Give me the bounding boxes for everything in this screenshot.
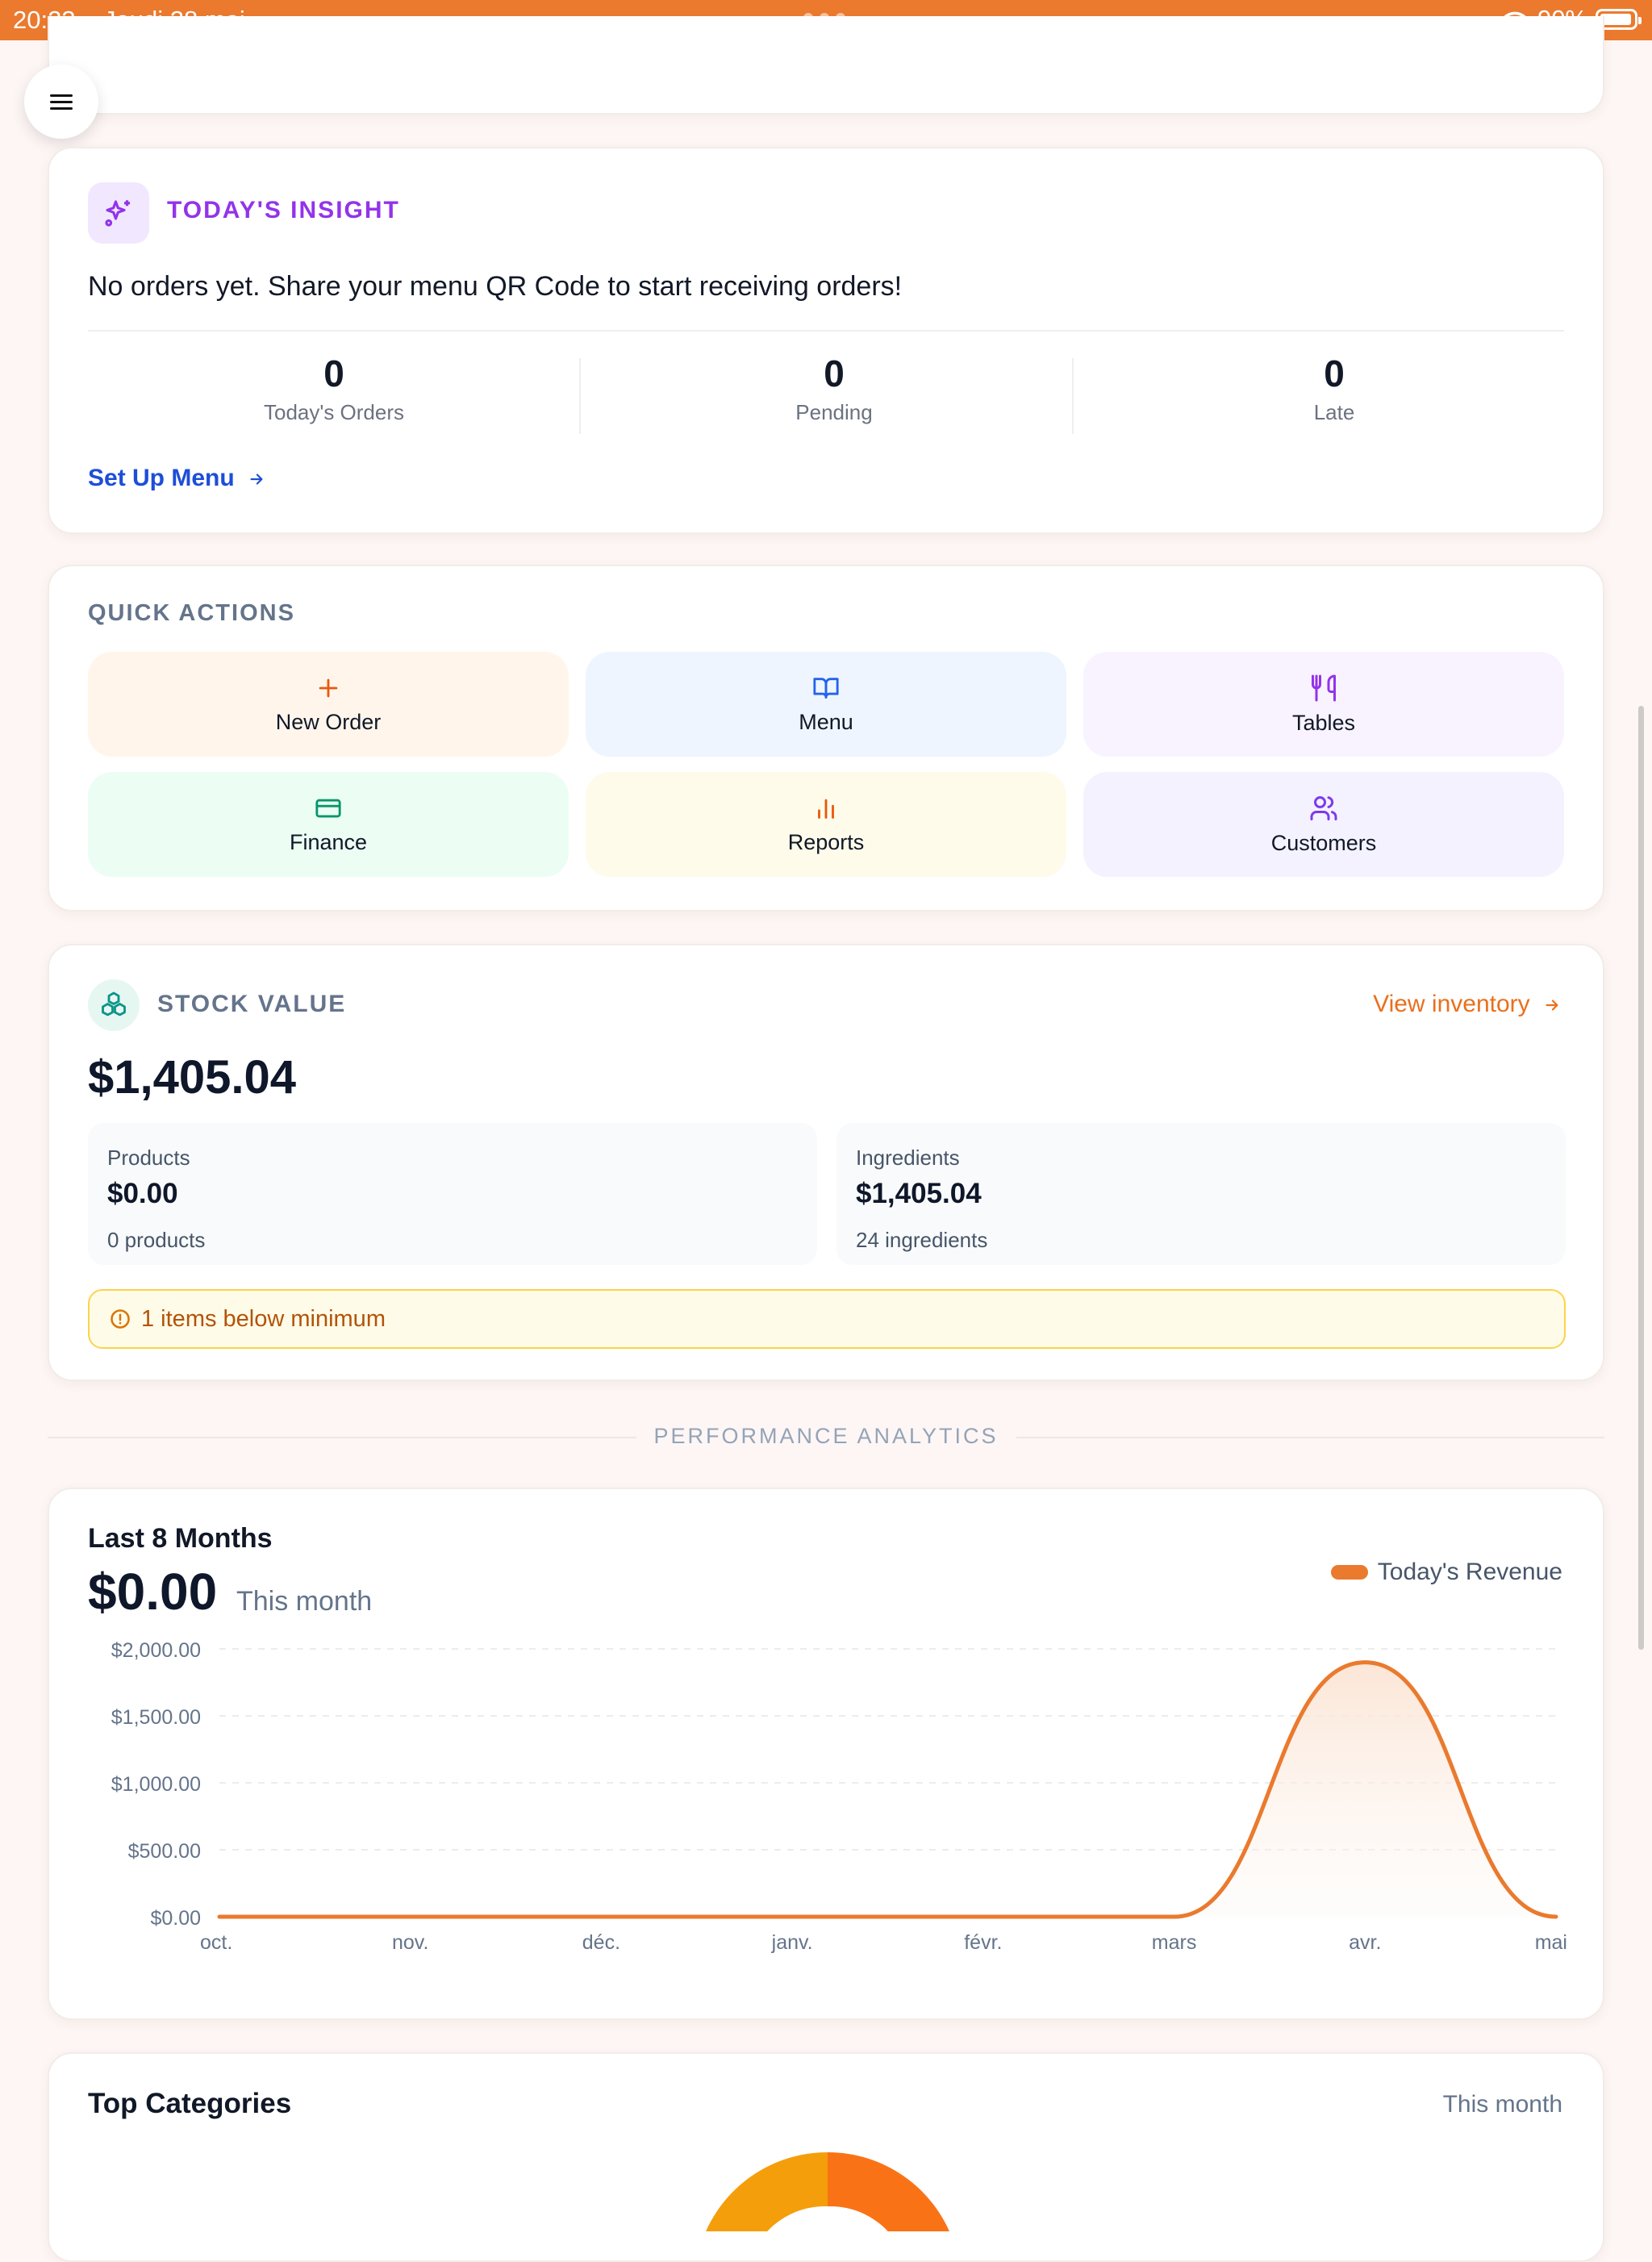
y-tick-label: $500.00 [128,1840,201,1863]
hamburger-icon [50,90,73,114]
low-stock-warning[interactable]: 1 items below minimum [88,1289,1566,1349]
insight-message: No orders yet. Share your menu QR Code t… [88,271,903,302]
stat-value: 0 [1324,353,1345,394]
products-label: Products [107,1146,190,1170]
series-area [219,1662,1556,1917]
x-tick-label: oct. [200,1931,232,1954]
stat-label: Pending [795,400,873,424]
donut-segment [828,2151,949,2231]
low-stock-warning-text: 1 items below minimum [141,1305,386,1332]
reports-button[interactable]: Reports [586,772,1066,877]
set-up-menu-link[interactable]: Set Up Menu [88,465,267,492]
boxes-icon [88,979,140,1031]
stat-value: 0 [323,353,344,394]
quick-actions-title: QUICK ACTIONS [88,600,295,626]
insight-divider [88,330,1564,332]
scrollbar[interactable] [1638,706,1644,1650]
stat-late: 0 Late [1088,352,1580,425]
new-order-label: New Order [275,709,382,734]
quick-actions-card: QUICK ACTIONS New Order Menu Tables Fina… [48,565,1604,912]
revenue-chart-card: Last 8 Months $0.00 This month Today's R… [48,1488,1604,2020]
x-tick-label: déc. [582,1931,620,1954]
stat-value: 0 [824,353,845,394]
y-tick-label: $1,000.00 [111,1773,201,1796]
x-tick-label: janv. [771,1931,813,1954]
products-box: Products $0.00 0 products [88,1123,817,1265]
view-inventory-label: View inventory [1373,991,1530,1017]
stock-value-card: STOCK VALUE View inventory $1,405.04 Pro… [48,944,1604,1381]
reports-label: Reports [787,829,865,854]
ingredients-value: $1,405.04 [856,1178,982,1209]
top-categories-card: Top Categories This month [48,2052,1604,2262]
stock-total-value: $1,405.04 [88,1051,297,1104]
insight-title: TODAY'S INSIGHT [167,197,400,223]
donut-segment [706,2151,828,2231]
finance-label: Finance [289,829,368,854]
tables-button[interactable]: Tables [1083,652,1564,757]
ingredients-label: Ingredients [856,1146,960,1170]
y-tick-label: $0.00 [150,1907,201,1930]
x-tick-label: nov. [392,1931,428,1954]
hamburger-menu-button[interactable] [24,65,98,139]
products-count: 0 products [107,1228,206,1252]
menu-button[interactable]: Menu [586,652,1066,757]
ingredients-box: Ingredients $1,405.04 24 ingredients [836,1123,1566,1265]
finance-button[interactable]: Finance [88,772,569,877]
top-categories-period: This month [1442,2091,1562,2118]
users-icon [1310,795,1337,820]
arrow-right-icon [1546,1000,1558,1011]
book-open-icon [813,677,839,699]
revenue-line-chart: $2,000.00 $1,500.00 $1,000.00 $500.00 $0.00o… [111,1639,1567,1954]
set-up-menu-label: Set Up Menu [88,465,235,491]
stat-separator [579,358,581,434]
performance-analytics-label: PERFORMANCE ANALYTICS [653,1424,999,1448]
credit-card-icon [315,799,341,817]
ingredients-count: 24 ingredients [856,1228,988,1252]
bar-chart-icon [818,799,834,819]
y-tick-label: $1,500.00 [111,1706,201,1729]
stat-label: Today's Orders [263,400,405,424]
x-tick-label: mai [1535,1931,1567,1954]
stock-value-title: STOCK VALUE [157,991,347,1017]
stat-todays-orders: 0 Today's Orders [88,352,580,425]
utensils-icon [1312,674,1336,701]
x-tick-label: févr. [964,1931,1002,1954]
view-inventory-link[interactable]: View inventory [1373,991,1562,1018]
categories-donut-chart [706,2151,949,2231]
stat-pending: 0 Pending [588,352,1080,425]
top-categories-title: Top Categories [88,2088,292,2119]
stat-label: Late [1313,400,1355,424]
products-value: $0.00 [107,1178,178,1209]
customers-label: Customers [1270,830,1377,855]
stat-separator [1072,358,1074,434]
arrow-right-icon [250,474,263,485]
insight-card: TODAY'S INSIGHT No orders yet. Share you… [48,147,1604,534]
new-order-button[interactable]: New Order [88,652,569,757]
previous-card [48,16,1604,115]
plus-icon [319,678,338,697]
y-tick-label: $2,000.00 [111,1639,201,1662]
customers-button[interactable]: Customers [1083,772,1564,877]
tables-label: Tables [1291,710,1356,735]
sparkles-icon [88,182,149,244]
x-tick-label: avr. [1349,1931,1381,1954]
menu-label: Menu [799,709,853,734]
alert-circle-icon [111,1309,130,1329]
x-tick-label: mars [1152,1931,1197,1954]
